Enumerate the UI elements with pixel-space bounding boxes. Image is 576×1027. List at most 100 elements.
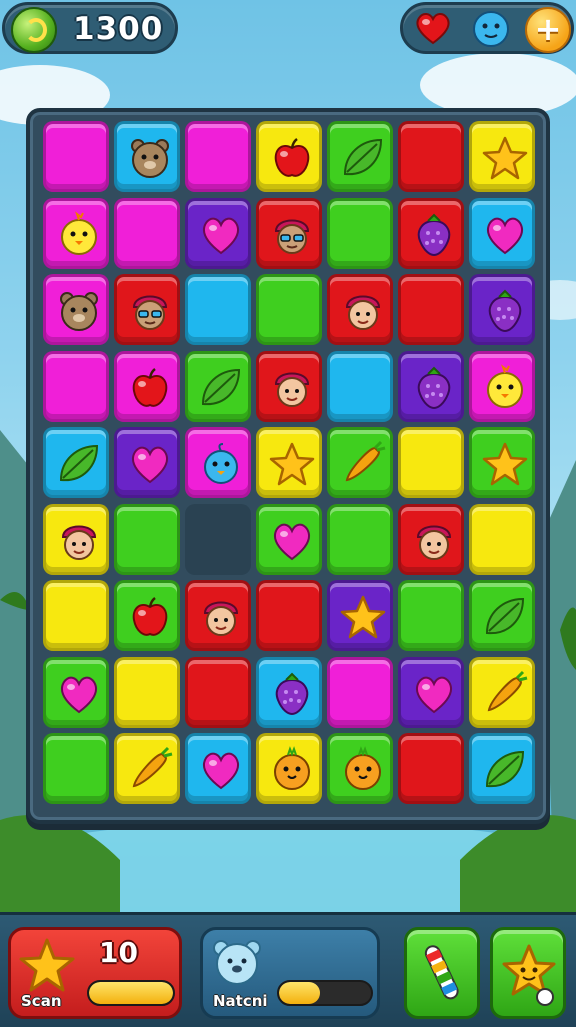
- bottom-toolbar: 10 Scan Natcni: [0, 912, 576, 1027]
- tile[interactable]: [398, 350, 464, 422]
- tile[interactable]: [256, 427, 322, 498]
- star-icon: [482, 136, 528, 180]
- leaf-icon: [343, 138, 383, 176]
- tile[interactable]: [43, 503, 109, 575]
- apple-icon: [132, 367, 168, 407]
- tile[interactable]: [185, 197, 251, 269]
- candy-stick-icon: [424, 945, 459, 1000]
- tile[interactable]: [398, 733, 464, 804]
- kid-icon: [203, 601, 239, 636]
- kid-icon: [61, 525, 97, 560]
- tile[interactable]: [327, 427, 393, 498]
- tile[interactable]: [469, 274, 535, 345]
- star-icon: [340, 595, 386, 639]
- tile[interactable]: [327, 656, 393, 728]
- match-progress-bar: [277, 980, 373, 1006]
- tile[interactable]: [256, 121, 322, 192]
- plus-button[interactable]: +: [525, 7, 571, 53]
- tile[interactable]: [43, 427, 109, 498]
- tile[interactable]: [114, 427, 180, 498]
- tile[interactable]: [327, 197, 393, 269]
- bird-icon: [204, 443, 238, 484]
- leaf-icon: [59, 444, 99, 482]
- tile[interactable]: [185, 350, 251, 422]
- tile[interactable]: [43, 580, 109, 651]
- tile[interactable]: [469, 503, 535, 575]
- tile[interactable]: [256, 656, 322, 728]
- tile[interactable]: [256, 503, 322, 575]
- tile[interactable]: [327, 503, 393, 575]
- tile[interactable]: [43, 733, 109, 804]
- tile[interactable]: [43, 656, 109, 728]
- tile[interactable]: [469, 350, 535, 422]
- heart-icon: [486, 217, 524, 254]
- tile[interactable]: [114, 350, 180, 422]
- chick-icon: [61, 210, 97, 255]
- tile[interactable]: [398, 121, 464, 192]
- berry-icon: [417, 366, 451, 409]
- scan-panel[interactable]: 10 Scan: [8, 927, 182, 1019]
- star-face-icon: [502, 944, 556, 1006]
- tile[interactable]: [256, 274, 322, 345]
- tile[interactable]: [469, 121, 535, 192]
- tile[interactable]: [327, 733, 393, 804]
- tile[interactable]: [43, 197, 109, 269]
- tile[interactable]: [114, 274, 180, 345]
- berry-icon: [417, 213, 451, 256]
- chick-orange-icon: [345, 746, 381, 790]
- star-face-button[interactable]: [490, 927, 566, 1019]
- tile[interactable]: [114, 656, 180, 728]
- tile[interactable]: [327, 350, 393, 422]
- tile[interactable]: [256, 197, 322, 269]
- match-panel[interactable]: Natcni: [200, 927, 380, 1019]
- tile[interactable]: [43, 274, 109, 345]
- tile[interactable]: [469, 197, 535, 269]
- game-board: [26, 108, 550, 824]
- tile[interactable]: [185, 274, 251, 345]
- match-progress-fill: [279, 982, 321, 1004]
- tile[interactable]: [114, 580, 180, 651]
- tile[interactable]: [114, 197, 180, 269]
- tile[interactable]: [327, 580, 393, 651]
- tile[interactable]: [185, 580, 251, 651]
- scan-progress-bar: [87, 980, 175, 1006]
- tile[interactable]: [43, 121, 109, 192]
- star-icon: [269, 442, 315, 486]
- tile[interactable]: [327, 121, 393, 192]
- tile[interactable]: [256, 733, 322, 804]
- apple-icon: [132, 597, 168, 636]
- tile[interactable]: [185, 427, 251, 498]
- blue-creature-icon[interactable]: [471, 8, 511, 48]
- tile[interactable]: [185, 733, 251, 804]
- tile[interactable]: [469, 733, 535, 804]
- carrot-icon: [132, 746, 173, 788]
- tile[interactable]: [398, 503, 464, 575]
- tile[interactable]: [185, 121, 251, 192]
- tile[interactable]: [398, 427, 464, 498]
- candy-stick-button[interactable]: [404, 927, 480, 1019]
- tile[interactable]: [185, 656, 251, 728]
- tile[interactable]: [398, 197, 464, 269]
- berry-icon: [488, 289, 522, 333]
- heart-life-icon[interactable]: [413, 8, 453, 48]
- tile[interactable]: [256, 580, 322, 651]
- tile[interactable]: [327, 274, 393, 345]
- kid-icon: [274, 372, 310, 407]
- leaf-icon: [485, 750, 525, 788]
- tile[interactable]: [469, 427, 535, 498]
- tile[interactable]: [469, 656, 535, 728]
- tile[interactable]: [114, 503, 180, 575]
- tile[interactable]: [114, 733, 180, 804]
- tile[interactable]: [398, 274, 464, 345]
- leaf-icon: [201, 368, 241, 405]
- score-display: 1300: [2, 2, 178, 54]
- tile[interactable]: [398, 580, 464, 651]
- tile[interactable]: [398, 656, 464, 728]
- tile[interactable]: [114, 121, 180, 192]
- kid-glasses-icon: [274, 219, 310, 254]
- tile[interactable]: [43, 350, 109, 422]
- score-value: 1300: [73, 11, 164, 47]
- tile[interactable]: [469, 580, 535, 651]
- tile[interactable]: [256, 350, 322, 422]
- heart-icon: [202, 217, 240, 254]
